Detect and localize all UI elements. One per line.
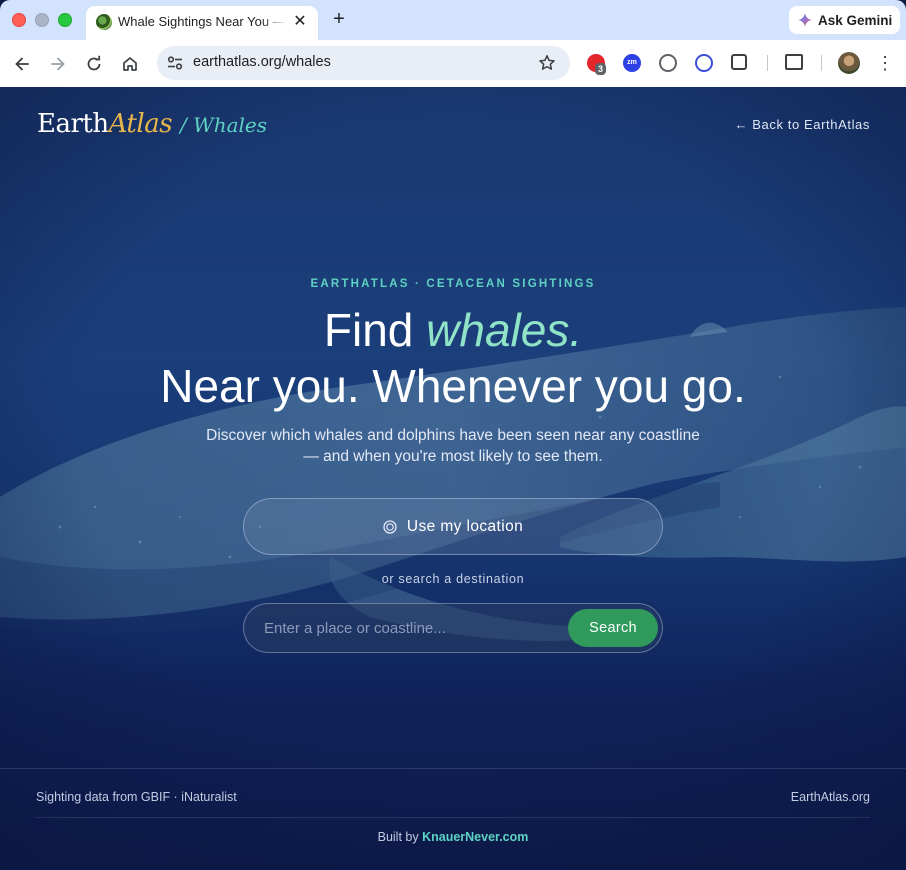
or-search-label: or search a destination	[381, 572, 525, 586]
maximize-window-button[interactable]	[58, 13, 72, 27]
built-by-text: Built by KnauerNever.com	[0, 830, 906, 844]
page-content: Earth Atlas / Whales ← Back to EarthAtla…	[0, 87, 906, 870]
tab-search-icon[interactable]	[785, 54, 803, 70]
url-text: earthatlas.org/whales	[193, 54, 331, 70]
headline-accent: whales.	[426, 304, 583, 356]
headline-find: Find	[323, 304, 427, 356]
back-arrow-icon[interactable]	[10, 52, 34, 76]
gemini-sparkle-icon	[798, 13, 812, 27]
use-my-location-label: Use my location	[406, 517, 524, 535]
location-target-icon	[383, 519, 397, 534]
toolbar-divider	[767, 55, 768, 71]
destination-search-bar: Search	[243, 603, 663, 653]
globe-favicon-icon	[96, 14, 112, 30]
headline-line2: Near you. Whenever you go.	[160, 360, 746, 412]
brand-logo[interactable]: Earth Atlas / Whales	[37, 109, 267, 139]
browser-tab-bar: Whale Sightings Near You — EarthAtlas ✕ …	[0, 0, 906, 40]
tab-close-icon[interactable]: ✕	[290, 12, 310, 32]
browser-tab[interactable]: Whale Sightings Near You — EarthAtlas ✕	[86, 6, 318, 40]
hero-headline: Find whales. Near you. Whenever you go.	[0, 302, 906, 414]
use-my-location-button[interactable]: Use my location	[243, 498, 663, 555]
footer-divider	[36, 817, 870, 818]
tab-title: Whale Sightings Near You — EarthAtlas	[118, 14, 286, 29]
close-window-button[interactable]	[12, 13, 26, 27]
forward-arrow-icon[interactable]	[46, 52, 70, 76]
download-extension-icon[interactable]	[695, 54, 713, 72]
ask-gemini-label: Ask Gemini	[818, 12, 893, 28]
ask-gemini-button[interactable]: Ask Gemini	[789, 6, 900, 34]
browser-menu-icon[interactable]: ⋮	[876, 53, 894, 73]
reload-icon[interactable]	[82, 52, 106, 76]
back-to-earthatlas-link[interactable]: ← Back to EarthAtlas	[734, 117, 870, 132]
page-footer: Sighting data from GBIF · iNaturalist Ea…	[0, 768, 906, 870]
built-by-label: Built by	[377, 830, 423, 844]
whale-background-image	[0, 87, 906, 870]
adblock-count-badge: 3	[595, 63, 607, 75]
brand-section: / Whales	[180, 113, 267, 137]
search-button[interactable]: Search	[568, 609, 658, 647]
minimize-window-button[interactable]	[35, 13, 49, 27]
knauernever-link[interactable]: KnauerNever.com	[422, 830, 528, 844]
zoom-extension-icon[interactable]: zm	[623, 54, 641, 72]
toolbar-divider	[821, 55, 822, 71]
bookmark-star-icon[interactable]	[538, 54, 556, 72]
profile-avatar[interactable]	[838, 52, 860, 74]
destination-search-input[interactable]	[264, 604, 564, 652]
brand-earth: Earth	[37, 109, 109, 139]
grammar-extension-icon[interactable]	[659, 54, 677, 72]
hero-subtext: Discover which whales and dolphins have …	[206, 427, 700, 465]
browser-toolbar: earthatlas.org/whales 3 zm ⋮	[0, 40, 906, 87]
earthatlas-org-link[interactable]: EarthAtlas.org	[791, 790, 870, 804]
extensions-puzzle-icon[interactable]	[731, 54, 747, 70]
data-source-text: Sighting data from GBIF · iNaturalist	[36, 790, 237, 804]
address-bar[interactable]: earthatlas.org/whales	[157, 46, 570, 80]
brand-atlas: Atlas	[108, 109, 173, 139]
hero-eyebrow: EARTHATLAS · CETACEAN SIGHTINGS	[310, 278, 596, 290]
home-icon[interactable]	[118, 52, 142, 76]
new-tab-button[interactable]: +	[328, 8, 350, 30]
site-settings-icon[interactable]	[165, 53, 185, 73]
